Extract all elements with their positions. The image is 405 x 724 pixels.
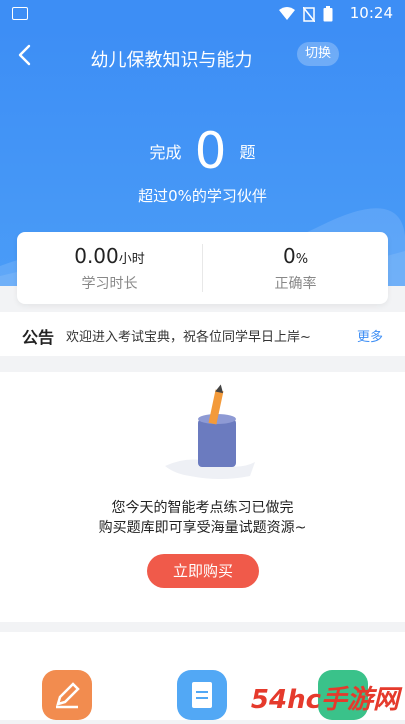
done-prefix: 完成	[149, 143, 182, 162]
done-count: 0	[194, 122, 227, 180]
accuracy-label: 正确率	[274, 276, 317, 292]
accuracy-unit: %	[295, 252, 309, 267]
study-time-unit: 小时	[118, 252, 145, 267]
status-bar: 10:24	[0, 0, 405, 28]
exceed-text: 超过0%的学习伙伴	[138, 187, 267, 205]
notice-tag: 公告	[22, 328, 55, 347]
battery-icon	[323, 6, 333, 22]
wifi-icon	[279, 7, 295, 20]
practice-message-line1: 您今天的智能考点练习已做完	[111, 500, 294, 516]
practice-message: 您今天的智能考点练习已做完 购买题库即可享受海量试题资源~	[0, 498, 405, 538]
done-suffix: 题	[239, 143, 256, 162]
bottom-shortcuts: 54hc手游网	[0, 632, 405, 720]
edit-icon[interactable]	[42, 670, 92, 720]
accuracy-stat: 0% 正确率	[203, 232, 388, 304]
pencil-cup-icon	[165, 384, 255, 479]
no-sim-icon	[303, 6, 315, 22]
page-title: 幼儿保教知识与能力	[90, 50, 253, 71]
accuracy-value: 0	[282, 244, 296, 268]
stats-card: 0.00小时 学习时长 0% 正确率	[17, 232, 388, 304]
status-time: 10:24	[349, 4, 393, 22]
study-time-stat: 0.00小时 学习时长	[17, 232, 202, 304]
done-summary: 完成 0 题	[0, 123, 405, 179]
status-icons	[279, 6, 333, 22]
image-icon	[12, 7, 28, 20]
notice-bar[interactable]: 公告 欢迎进入考试宝典，祝各位同学早日上岸~ 更多	[0, 312, 405, 356]
switch-button[interactable]: 切换	[297, 42, 340, 66]
buy-now-button[interactable]: 立即购买	[147, 554, 259, 588]
practice-message-line2: 购买题库即可享受海量试题资源~	[98, 520, 307, 536]
test-icon[interactable]	[177, 670, 227, 720]
study-time-value: 0.00	[74, 244, 119, 268]
notice-text: 欢迎进入考试宝典，祝各位同学早日上岸~	[66, 330, 311, 345]
watermark: 54hc手游网	[250, 685, 399, 715]
practice-card: 您今天的智能考点练习已做完 购买题库即可享受海量试题资源~ 立即购买	[0, 372, 405, 622]
study-time-label: 学习时长	[81, 276, 138, 292]
notice-more-link[interactable]: 更多	[357, 326, 383, 345]
